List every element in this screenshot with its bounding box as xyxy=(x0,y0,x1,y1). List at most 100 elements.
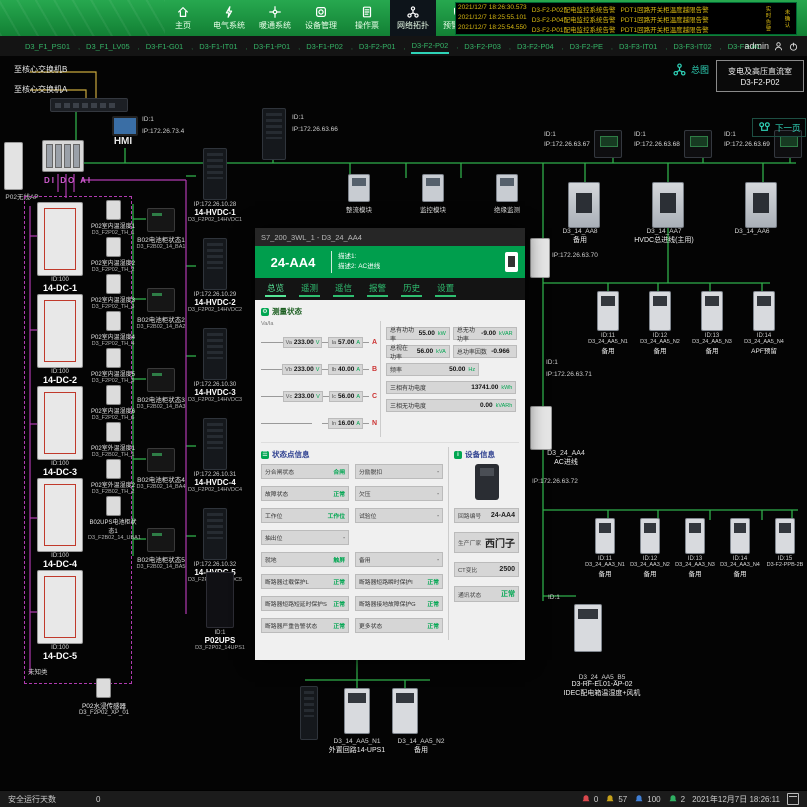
dialog-tab[interactable]: 遥信 xyxy=(333,281,354,297)
incomer-breaker-aa7[interactable] xyxy=(652,182,684,228)
alarm-count-green[interactable]: 2 xyxy=(668,794,685,804)
dialog-tab[interactable]: 报警 xyxy=(367,281,388,297)
alarm-count-blue[interactable]: 100 xyxy=(634,794,660,804)
room-tab[interactable]: D3-F2-P02 xyxy=(411,39,450,54)
meter-node[interactable]: ID:1 IP:172.26.63.68 xyxy=(634,130,718,158)
next-page-button[interactable]: 下一页 xyxy=(752,118,806,137)
sensor-node[interactable]: B02UPS电池柜状态1 D3_F2B02_14_UBA1 xyxy=(88,496,138,533)
alarm-row[interactable]: 2021/12/7 18:26:30.573 D3-F2-P02配电监控系统告警… xyxy=(458,4,756,14)
battery-status-node[interactable]: B02电池柜状态2 D3_F2B02_14_BA2 xyxy=(134,288,188,368)
battery-status-node[interactable]: B02电池柜状态1 D3_F2B02_14_BA1 xyxy=(134,208,188,288)
room-tab[interactable]: D3_F1_PS01 xyxy=(24,40,71,53)
hvdc-unit[interactable]: IP:172.26.10.29 14-HVDC-2 D3_F2P02_14HVD… xyxy=(184,238,246,328)
feeder-breaker[interactable]: ID:12 D3_24_AA5_N2 备用 xyxy=(635,291,685,355)
dc-cabinet[interactable]: ID:100 14-DC-5 xyxy=(30,570,90,662)
fan-branch-breaker[interactable] xyxy=(574,604,602,652)
nav-item-devices[interactable]: 设备管理 xyxy=(298,0,344,36)
alarm-count-red[interactable]: 0 xyxy=(581,794,598,804)
feeder-breaker[interactable]: ID:14 D3_24_AA3_N4 备用 xyxy=(718,518,762,578)
dc-cabinet[interactable]: ID:100 14-DC-3 xyxy=(30,386,90,478)
room-tab[interactable]: D3-F3-IT02 xyxy=(672,40,712,53)
hvdc-unit[interactable]: IP:172.26.10.30 14-HVDC-3 D3_F2P02_14HVD… xyxy=(184,328,246,418)
sensor-node[interactable]: P02室外温湿度1 D3_F2B02_TH_1 xyxy=(88,422,138,459)
feeder-breaker[interactable]: ID:11 D3_24_AA5_N1 备用 xyxy=(583,291,633,355)
meter-63-70-device[interactable] xyxy=(530,238,550,278)
nav-item-home[interactable]: 主页 xyxy=(160,0,206,36)
phase-selector[interactable]: Va/Ia xyxy=(261,321,377,327)
network-switch-device[interactable] xyxy=(50,98,128,112)
battery-image xyxy=(147,528,175,552)
alarm-detail: PDT1回路开关柜温度越限告警 xyxy=(620,4,708,14)
room-tab[interactable]: D3-F1-P02 xyxy=(305,40,344,53)
overview-button[interactable]: 总图 xyxy=(672,62,709,77)
ups-feeder-breaker-1[interactable] xyxy=(344,688,370,734)
module-node[interactable]: 监控模块 xyxy=(404,174,462,214)
sensor-node[interactable]: P02室内温湿度4 D3_F2P02_TH_4 xyxy=(88,311,138,348)
battery-status-node[interactable]: B02电池柜状态4 D3_F2B02_14_BA4 xyxy=(134,448,188,528)
dialog-tab[interactable]: 设置 xyxy=(435,281,456,297)
ups-feeder-breaker-2[interactable] xyxy=(392,688,418,734)
cabinet-name: 14-DC-4 xyxy=(30,559,90,569)
sensor-node[interactable]: P02室内温湿度2 D3_F2P02_TH_2 xyxy=(88,237,138,274)
dialog-tab[interactable]: 总览 xyxy=(265,281,286,297)
alarm-row[interactable]: 2021/12/7 18:25:54.550 D3-F2-P01配电监控系统告警… xyxy=(458,24,756,34)
room-tab[interactable]: D3-F1-IT01 xyxy=(198,40,238,53)
user-icon[interactable] xyxy=(773,41,784,52)
dialog-tab[interactable]: 遥测 xyxy=(299,281,320,297)
room-tab[interactable]: D3-F2-P03 xyxy=(463,40,502,53)
room-tab[interactable]: D3-F2-P01 xyxy=(358,40,397,53)
room-tab[interactable]: D3-F1-P01 xyxy=(253,40,292,53)
sensor-node[interactable]: P02室内温湿度3 D3_F2P02_TH_3 xyxy=(88,274,138,311)
sensor-node[interactable]: P02室内温湿度1 D3_F2P02_TH_1 xyxy=(88,200,138,237)
room-tab[interactable]: D3-F3-IT01 xyxy=(618,40,658,53)
dialog-tab[interactable]: 历史 xyxy=(401,281,422,297)
status-points-area: ☰ 状态点信息 分合闸状态 合闸 故障状态 正常 xyxy=(261,447,443,640)
nav-item-electrical[interactable]: 电气系统 xyxy=(206,0,252,36)
feeder-breaker[interactable]: ID:13 D3_24_AA3_N3 备用 xyxy=(673,518,717,578)
ups-node[interactable]: ID:1 P02UPS D3_F2P02_14UPS1 xyxy=(192,572,248,651)
sensor-image xyxy=(106,348,121,368)
incomer-breaker-aa8[interactable] xyxy=(568,182,600,228)
nav-item-network-topology[interactable]: 网络拓扑 xyxy=(390,0,436,36)
feeder-breaker[interactable]: ID:13 D3_24_AA5_N3 备用 xyxy=(687,291,737,355)
sensor-node[interactable]: P02室外温湿度2 D3_F2B02_TH_2 xyxy=(88,459,138,496)
hvdc-unit[interactable]: IP:172.26.10.31 14-HVDC-4 D3_F2P02_14HVD… xyxy=(184,418,246,508)
leak-sensor-device[interactable] xyxy=(96,678,111,698)
hmi-monitor-device[interactable] xyxy=(112,116,138,136)
hvdc-unit[interactable]: IP:172.26.10.28 14-HVDC-1 D3_F2P02_14HVD… xyxy=(184,148,246,238)
room-tab[interactable]: D3-F1-G01 xyxy=(145,40,185,53)
room-tab[interactable]: D3-F2-P04 xyxy=(516,40,555,53)
wireless-ap-device[interactable] xyxy=(4,142,23,190)
alarm-count-yellow[interactable]: 57 xyxy=(605,794,627,804)
status-box: 更多状态 正常 xyxy=(355,618,443,633)
module-node[interactable]: 绝缘监测 xyxy=(478,174,536,214)
topology-canvas: 至核心交换机B 至核心交换机A ID:1 IP:172.26.73.4 HMI … xyxy=(0,56,807,790)
calendar-icon[interactable] xyxy=(787,793,799,805)
battery-status-node[interactable]: B02电池柜状态3 D3_F2B02_14_BA3 xyxy=(134,368,188,448)
feeder-breaker[interactable]: ID:15 D3-F2-PPB-2B xyxy=(763,518,807,578)
dc-cabinet[interactable]: ID:100 14-DC-4 xyxy=(30,478,90,570)
dc-cabinet[interactable]: ID:100 14-DC-1 xyxy=(30,202,90,294)
power-icon[interactable] xyxy=(788,41,799,52)
phase-letter: N xyxy=(369,420,377,427)
feeder-breaker[interactable]: ID:11 D3_24_AA3_N1 备用 xyxy=(583,518,627,578)
bottom-rack-device[interactable] xyxy=(300,686,318,740)
dialog-title-bar[interactable]: S7_200_3WL_1 - D3_24_AA4 xyxy=(255,228,525,246)
room-tab[interactable]: D3_F1_LV05 xyxy=(85,40,131,53)
incomer-breaker-aa6[interactable] xyxy=(745,182,777,228)
plc-device[interactable] xyxy=(42,140,84,172)
module-node[interactable]: 整流模块 xyxy=(330,174,388,214)
nav-item-hvac[interactable]: 暖通系统 xyxy=(252,0,298,36)
meter-node[interactable]: ID:1 IP:172.26.63.67 xyxy=(544,130,628,158)
io-rack-device[interactable] xyxy=(262,108,286,160)
sensor-node[interactable]: P02室内温湿度5 D3_F2P02_TH_5 xyxy=(88,348,138,385)
dc-cabinet[interactable]: ID:100 14-DC-2 xyxy=(30,294,90,386)
battery-status-node[interactable]: B02电池柜状态5 D3_F2B02_14_BA5 xyxy=(134,528,188,608)
feeder-breaker[interactable]: ID:12 D3_24_AA3_N2 备用 xyxy=(628,518,672,578)
sensor-node[interactable]: P02室内温湿度6 D3_F2P02_TH_6 xyxy=(88,385,138,422)
ac-incomer-device[interactable] xyxy=(530,406,552,450)
feeder-breaker[interactable]: ID:14 D3_24_AA5_N4 APF预留 xyxy=(739,291,789,355)
alarm-row[interactable]: 2021/12/7 18:25:55.101 D3-F2-P04配电监控系统告警… xyxy=(458,14,756,24)
room-tab[interactable]: D3-F2-PE xyxy=(569,40,604,53)
nav-item-tickets[interactable]: 操作票 xyxy=(344,0,390,36)
